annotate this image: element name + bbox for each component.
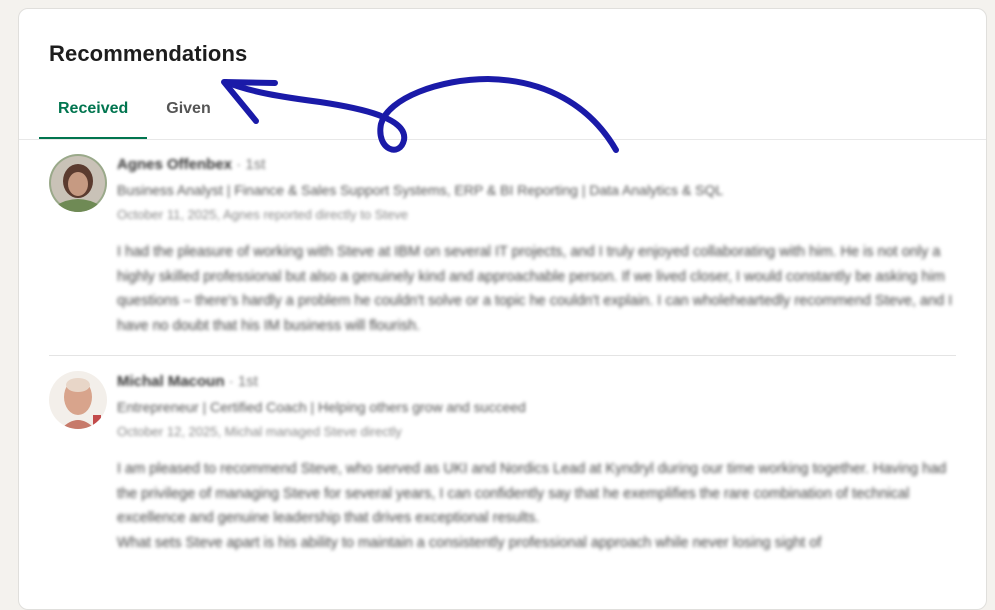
section-title: Recommendations [49,41,248,66]
tab-received[interactable]: Received [39,95,148,140]
recommender-headline: Business Analyst | Finance & Sales Suppo… [117,182,724,198]
recommendation-meta: October 12, 2025, Michal managed Steve d… [117,424,402,439]
connection-degree: · 1st [236,156,266,173]
recommender-name[interactable]: Agnes Offenbex · 1st [117,156,265,173]
name-text[interactable]: Agnes Offenbex [117,156,232,173]
recommender-name[interactable]: Michal Macoun · 1st [117,373,258,390]
recommendation-divider [49,355,956,356]
avatar[interactable] [49,371,107,429]
recommendation-paragraph: I had the pleasure of working with Steve… [117,244,953,334]
name-text[interactable]: Michal Macoun [117,373,225,390]
tab-given[interactable]: Given [147,95,229,137]
recommender-headline: Entrepreneur | Certified Coach | Helping… [117,399,526,415]
recommendation-tabs: Received Given [39,95,230,140]
recommendation-meta: October 11, 2025, Agnes reported directl… [117,207,408,222]
recommendation-text: I am pleased to recommend Steve, who ser… [117,457,957,555]
connection-degree: · 1st [228,373,258,390]
tab-divider [19,139,986,140]
recommendations-card: Recommendations Received Given Agnes Off… [18,8,987,610]
recommendation-paragraph-2: What sets Steve apart is his ability to … [117,534,822,551]
recommendation-paragraph: I am pleased to recommend Steve, who ser… [117,461,947,526]
recommendation-text: I had the pleasure of working with Steve… [117,240,957,338]
avatar[interactable] [49,154,107,212]
